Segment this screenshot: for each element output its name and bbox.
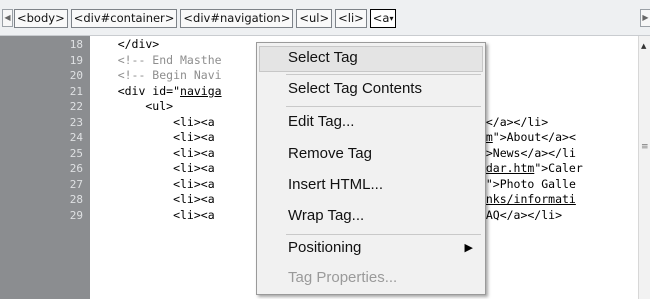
crumb-a[interactable]: <a▾ [369,9,397,28]
menu-separator [286,234,481,235]
code-line-23: <li><a [90,114,215,129]
menu-item-wrap-tag[interactable]: Wrap Tag... [259,204,483,230]
crumb-a-label: <a [372,11,390,25]
line-number: 19 [69,53,83,67]
menu-item-select-tag-contents[interactable]: Select Tag Contents [259,77,483,103]
crumb-div-navigation[interactable]: <div#navigation> [180,9,294,28]
line-number-gutter: 18 19 20 21 22 23 24 25 26 27 28 29 [0,36,90,299]
code-line-29: <li><a [90,207,215,222]
line-number: 20 [69,69,83,82]
menu-item-positioning-label: Positioning [288,239,362,256]
line-number: 29 [69,208,83,222]
menu-item-select-tag[interactable]: Select Tag [259,46,483,72]
code-line-19: <!-- End Masthe [90,52,222,67]
code-text: ">News</a></li [478,145,576,160]
scroll-left-icon[interactable]: ◀ [2,9,13,27]
menu-separator [286,74,481,75]
menu-item-tag-properties: Tag Properties... [288,269,398,286]
code-line-18: </div> [90,37,160,51]
code-line-22: <ul> [90,99,174,113]
vertical-scrollbar[interactable]: ▲ ≡ [638,36,650,299]
line-number: 18 [69,38,83,51]
menu-separator [286,106,481,107]
code-line-21: <div id="naviga [90,84,222,100]
context-menu: Select Tag Select Tag Contents Edit Tag.… [256,42,486,295]
code-line-25: <li><a [90,145,215,160]
line-number: 25 [69,146,83,160]
scroll-grip-icon[interactable]: ≡ [641,142,649,152]
code-text: <div id=" [90,83,181,98]
code-line-26-tail: endar.htm">Caler [472,161,583,177]
crumb-li[interactable]: <li> [335,9,367,28]
scroll-right-icon[interactable]: ▶ [640,9,650,27]
code-line-25-tail: m">News</a></li [472,146,576,162]
line-number: 28 [69,193,83,206]
crumb-ul[interactable]: <ul> [296,9,333,28]
crumb-div-container[interactable]: <div#container> [70,9,178,28]
code-line-28: <li><a [90,192,215,206]
code-line-27-tail: tm">Photo Galle [472,177,576,193]
tag-selector-bar: ◀ <body> <div#container> <div#navigation… [0,0,650,36]
line-number: 23 [69,115,83,129]
submenu-arrow-icon: ▶ [464,242,473,254]
code-line-24-tail: htm">About</a>< [472,130,576,146]
code-line-26: <li><a [90,161,215,175]
line-number: 26 [69,162,83,175]
chevron-down-icon: ▾ [389,14,394,23]
menu-item-remove-tag[interactable]: Remove Tag [259,142,483,168]
scroll-up-icon[interactable]: ▲ [641,42,646,50]
menu-item-edit-tag[interactable]: Edit Tag... [259,110,483,136]
code-attr-value: naviga [180,83,222,98]
code-text: ">Photo Galle [485,176,576,191]
line-number: 22 [69,100,83,113]
code-line-27: <li><a [90,176,215,191]
menu-item-insert-html[interactable]: Insert HTML... [259,173,483,199]
line-number: 27 [69,177,83,191]
line-number: 24 [69,131,83,144]
code-text: ">About</a>< [492,130,576,144]
line-number: 21 [69,84,83,98]
code-line-24: <li><a [90,130,215,144]
code-line-20: <!-- Begin Navi [90,68,222,82]
breadcrumb: <body> <div#container> <div#navigation> … [14,9,397,28]
code-text: ">Caler [534,161,583,175]
code-line-28-tail: links/informati [472,192,576,206]
menu-item-positioning[interactable]: Positioning ▶ [259,236,483,262]
crumb-body[interactable]: <body> [14,9,68,28]
